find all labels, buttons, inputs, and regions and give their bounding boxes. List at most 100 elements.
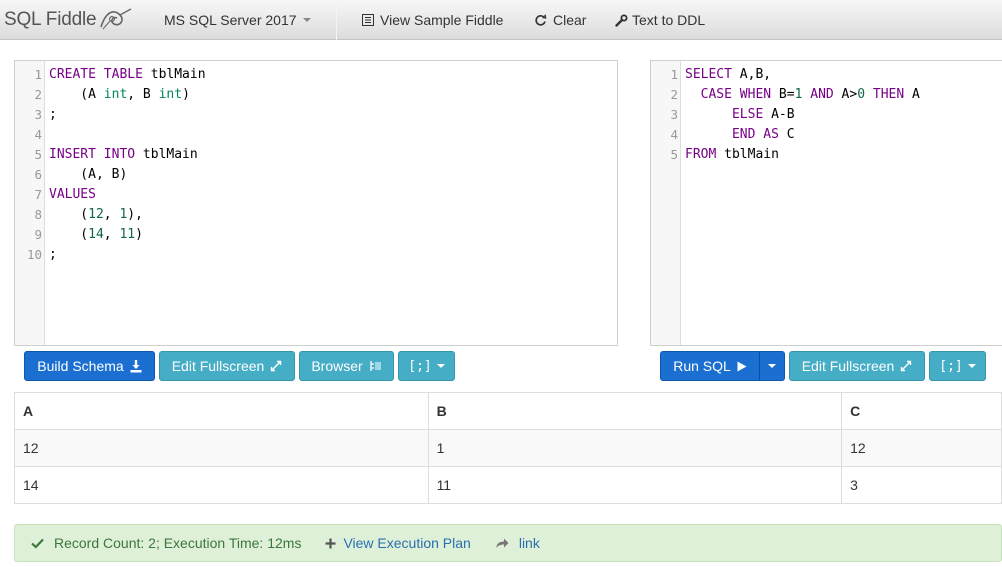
- chevron-down-icon: [967, 364, 976, 368]
- expand-icon: [270, 360, 282, 372]
- view-sample-label: View Sample Fiddle: [380, 12, 504, 28]
- line-number: 2: [34, 87, 42, 102]
- code-text: END AS C: [685, 125, 795, 145]
- edit-fullscreen-right-button[interactable]: Edit Fullscreen: [789, 351, 925, 381]
- code-token: (: [49, 207, 89, 222]
- code-token: int: [103, 87, 128, 102]
- code-token: A-B: [763, 107, 795, 122]
- table-cell: 1: [427, 429, 843, 467]
- checkmark-icon: [31, 538, 44, 549]
- delimiter-right-label: [;]: [939, 358, 963, 374]
- run-sql-options-button[interactable]: [759, 351, 785, 381]
- clear-button[interactable]: Clear: [534, 0, 586, 40]
- code-token: A: [904, 87, 920, 102]
- view-execution-plan-link[interactable]: View Execution Plan: [325, 535, 471, 551]
- code-text: (12, 1),: [49, 205, 143, 225]
- db-version-dropdown[interactable]: MS SQL Server 2017: [164, 0, 311, 40]
- column-header: B: [427, 392, 843, 430]
- line-number: 5: [670, 147, 678, 162]
- code-text: SELECT A,B,: [685, 65, 771, 85]
- table-cell: 3: [841, 466, 1002, 504]
- table-cell: 11: [427, 466, 843, 504]
- code-text: CREATE TABLE tblMain: [49, 65, 206, 85]
- brand-logo[interactable]: SQL Fiddle: [4, 0, 134, 40]
- code-token: END AS: [731, 127, 779, 142]
- run-sql-button[interactable]: Run SQL: [660, 351, 760, 381]
- line-number: 3: [670, 107, 678, 122]
- browser-label: Browser: [311, 358, 363, 374]
- navbar-divider: [336, 0, 337, 40]
- text-to-ddl-button[interactable]: Text to DDL: [615, 0, 705, 40]
- code-token: (A, B): [49, 167, 128, 182]
- delimiter-right-dropdown-button[interactable]: [;]: [929, 351, 986, 381]
- table-row: 12 1 12: [14, 429, 1002, 467]
- delimiter-dropdown-button[interactable]: [;]: [398, 351, 455, 381]
- code-token: CASE WHEN: [700, 87, 772, 102]
- code-token: ELSE: [731, 107, 764, 122]
- code-token: A,B,: [731, 67, 772, 82]
- code-token: ): [182, 87, 190, 102]
- code-token: VALUES: [49, 187, 96, 202]
- code-token: (A: [49, 87, 104, 102]
- text-to-ddl-label: Text to DDL: [632, 12, 706, 28]
- line-number: 10: [26, 247, 42, 262]
- code-text: CASE WHEN B=1 AND A>0 THEN A: [685, 85, 920, 105]
- table-row: 14 11 3: [14, 466, 1002, 504]
- tree-icon: [369, 360, 382, 372]
- wrench-icon: [615, 14, 628, 27]
- code-token: ;: [49, 107, 57, 122]
- line-number: 4: [670, 127, 678, 142]
- record-count-status: Record Count: 2; Execution Time: 12ms: [31, 535, 301, 551]
- line-number: 5: [34, 147, 42, 162]
- code-token: FROM: [685, 147, 717, 162]
- code-text: ;: [49, 245, 57, 265]
- link-label[interactable]: link: [519, 535, 540, 551]
- results-header-row: A B C: [14, 392, 1002, 430]
- code-token: ),: [127, 207, 143, 222]
- code-token: THEN: [872, 87, 905, 102]
- clear-label: Clear: [553, 12, 587, 28]
- view-execution-plan-label[interactable]: View Execution Plan: [343, 535, 470, 551]
- code-text: ;: [49, 105, 57, 125]
- code-token: ;: [49, 247, 57, 262]
- code-text: (A int, B int): [49, 85, 190, 105]
- results-table: A B C 12 1 12 14 11 3: [14, 392, 1002, 504]
- build-schema-button[interactable]: Build Schema: [24, 351, 155, 381]
- code-text: FROM tblMain: [685, 145, 779, 165]
- code-token: CREATE TABLE: [49, 67, 143, 82]
- code-token: 11: [119, 227, 136, 242]
- code-token: ): [135, 227, 143, 242]
- code-token: , B: [127, 87, 159, 102]
- code-token: INSERT INTO: [49, 147, 136, 162]
- list-icon: [362, 14, 374, 26]
- code-text: (A, B): [49, 165, 127, 185]
- share-arrow-icon: [495, 538, 509, 549]
- brand-name: SQL Fiddle: [4, 9, 97, 30]
- browser-button[interactable]: Browser: [299, 351, 394, 381]
- code-token: tblMain: [142, 67, 206, 82]
- code-token: (: [49, 227, 89, 242]
- line-number: 2: [670, 87, 678, 102]
- code-token: tblMain: [716, 147, 779, 162]
- edit-fullscreen-right-label: Edit Fullscreen: [801, 358, 895, 374]
- chevron-down-icon: [302, 18, 311, 22]
- code-token: SELECT: [685, 67, 732, 82]
- schema-editor[interactable]: 1 CREATE TABLE tblMain 2 (A int, B int) 3; 4…: [14, 60, 618, 346]
- column-header: A: [14, 392, 429, 430]
- view-sample-fiddle-button[interactable]: View Sample Fiddle: [362, 0, 503, 40]
- line-number: 7: [34, 187, 42, 202]
- code-token: 14: [88, 227, 104, 242]
- query-editor[interactable]: 1 SELECT A,B, 2 CASE WHEN B=1 AND A>0 THEN…: [650, 60, 1002, 346]
- edit-fullscreen-button[interactable]: Edit Fullscreen: [159, 351, 295, 381]
- line-number: 1: [34, 67, 42, 82]
- refresh-icon: [534, 14, 547, 27]
- code-text: ELSE A-B: [685, 105, 795, 125]
- chevron-down-icon: [768, 364, 776, 368]
- delimiter-label: [;]: [408, 358, 432, 374]
- permalink[interactable]: link: [495, 535, 540, 551]
- table-cell: 14: [14, 466, 429, 504]
- expand-icon: [900, 360, 912, 372]
- edit-fullscreen-label: Edit Fullscreen: [171, 358, 265, 374]
